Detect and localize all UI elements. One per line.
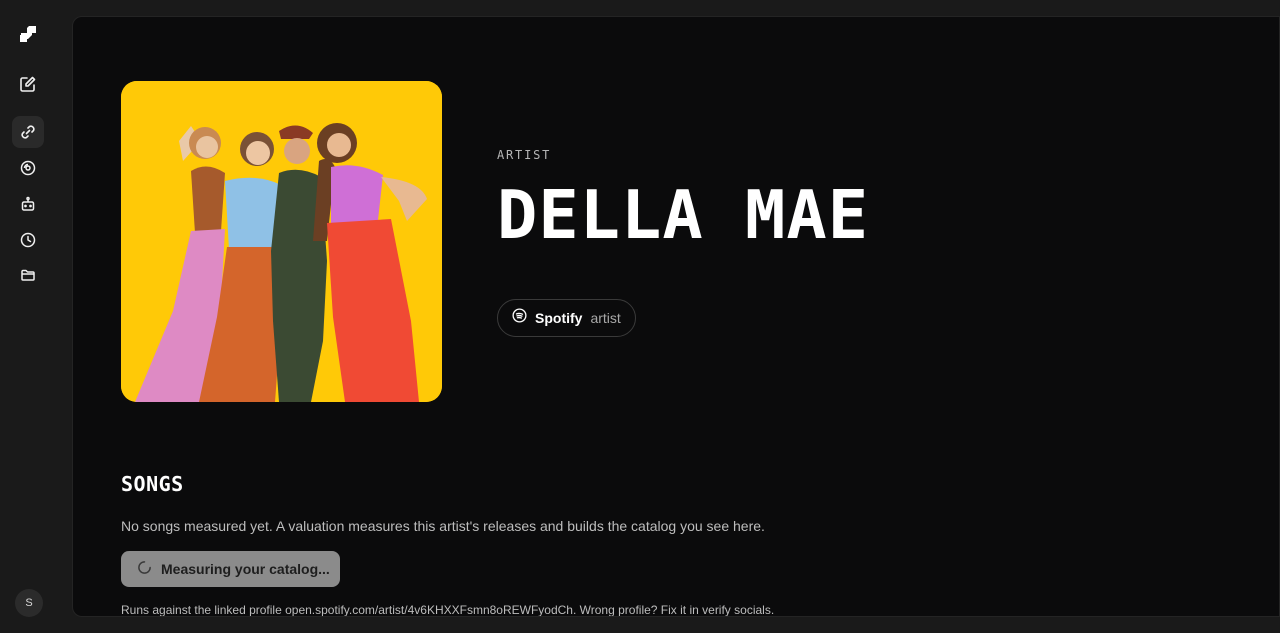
main-panel: ARTIST DELLA MAE Spotify artist SONGS No… <box>72 16 1280 617</box>
avatar-initial: S <box>25 597 33 609</box>
profile-footnote: Runs against the linked profile open.spo… <box>121 603 775 617</box>
source-kind: artist <box>590 310 621 326</box>
spotify-icon <box>512 308 527 328</box>
measure-button-label: Measuring your catalog... <box>161 561 330 577</box>
artist-eyebrow: ARTIST <box>497 148 552 162</box>
measure-catalog-button[interactable]: Measuring your catalog... <box>121 551 340 587</box>
avatar[interactable]: S <box>15 589 43 617</box>
logo-icon[interactable] <box>12 18 44 50</box>
folder-icon[interactable] <box>12 259 44 291</box>
robot-icon[interactable] <box>12 188 44 220</box>
source-name: Spotify <box>535 310 583 326</box>
songs-empty-message: No songs measured yet. A valuation measu… <box>121 518 765 534</box>
artist-name: DELLA MAE <box>497 176 870 254</box>
songs-heading: SONGS <box>121 472 184 496</box>
spotify-profile-chip[interactable]: Spotify artist <box>497 299 636 337</box>
artist-image <box>121 81 442 402</box>
clock-icon[interactable] <box>12 224 44 256</box>
link-icon[interactable] <box>12 116 44 148</box>
sidebar: S <box>0 0 56 633</box>
vinyl-icon[interactable] <box>12 152 44 184</box>
edit-icon[interactable] <box>12 68 44 100</box>
spinner-icon <box>137 560 152 578</box>
